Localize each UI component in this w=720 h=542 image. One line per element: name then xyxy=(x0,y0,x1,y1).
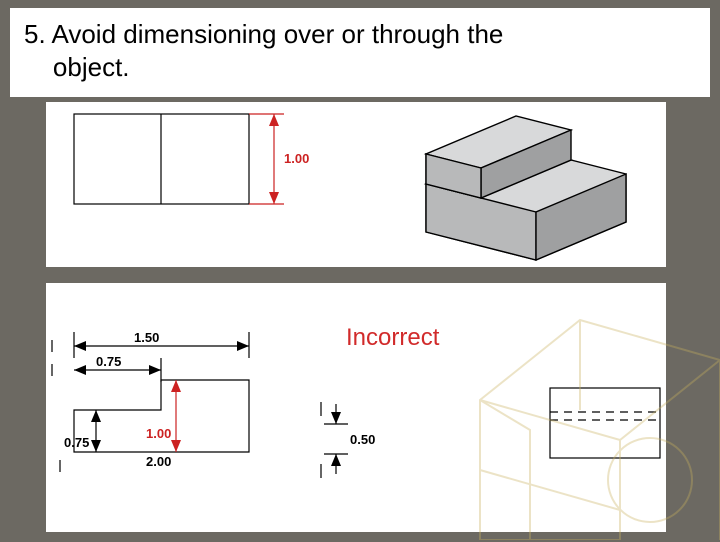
dim-side-h: 0.50 xyxy=(350,432,375,447)
incorrect-label: Incorrect xyxy=(346,324,439,352)
dim-front-depth: 2.00 xyxy=(146,454,171,469)
dim-top-height: 1.00 xyxy=(284,151,309,166)
dim-front-w-short: 0.75 xyxy=(96,354,121,369)
slide-heading: 5. Avoid dimensioning over or through th… xyxy=(10,8,710,97)
right-side-view xyxy=(546,384,676,534)
side-view-dim: 0.50 xyxy=(306,402,416,542)
diagram-panel: 1.00 1.50 0.75 0.7 xyxy=(46,102,666,532)
dim-front-h-red: 1.00 xyxy=(146,426,171,441)
dim-front-h-short: 0.75 xyxy=(64,435,89,450)
heading-line1: 5. Avoid dimensioning over or through th… xyxy=(24,19,503,49)
top-view: 1.00 xyxy=(64,108,314,218)
heading-line2: object. xyxy=(53,52,130,82)
panel-gap xyxy=(46,267,666,283)
front-view: 1.50 0.75 0.75 1.00 2.00 xyxy=(46,332,346,542)
iso-view xyxy=(396,112,646,282)
dim-front-w-long: 1.50 xyxy=(134,332,159,345)
